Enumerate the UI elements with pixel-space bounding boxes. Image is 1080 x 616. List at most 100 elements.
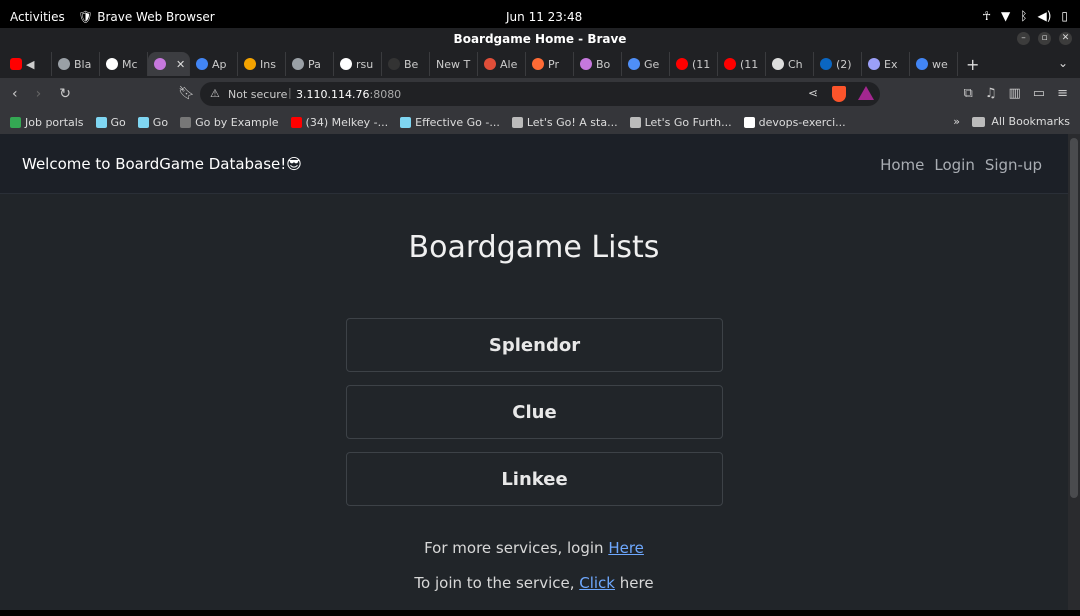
page-scrollbar[interactable]	[1068, 134, 1080, 610]
forward-icon[interactable]: ›	[36, 86, 42, 102]
bookmark-item[interactable]: Go by Example	[180, 116, 279, 129]
site-brand[interactable]: Welcome to BoardGame Database!😎	[22, 155, 302, 173]
bookmark-item[interactable]: Let's Go! A sta...	[511, 116, 618, 129]
tab-muted-youtube[interactable]: ◀	[4, 52, 52, 76]
address-bar[interactable]: ⚠ Not secure | 3.110.114.76:8080 ⋖	[200, 82, 880, 106]
tab-14[interactable]: (11	[718, 52, 766, 76]
brave-lion-icon: 🛡	[78, 10, 94, 24]
bookmark-page-icon[interactable]: 🔖︎	[178, 86, 195, 101]
tab-close-icon[interactable]: ✕	[176, 58, 185, 71]
tab-label: Bo	[596, 57, 611, 71]
scrollbar-thumb[interactable]	[1070, 138, 1078, 498]
tab-18[interactable]: we	[910, 52, 958, 76]
nav-signup-link[interactable]: Sign-up	[985, 156, 1042, 174]
page-icon	[532, 58, 544, 70]
globe-icon	[58, 58, 70, 70]
signup-prompt-text: To join to the service,	[414, 574, 580, 592]
google-icon	[196, 58, 208, 70]
tab-13[interactable]: (11	[670, 52, 718, 76]
tab-17[interactable]: Ex	[862, 52, 910, 76]
bookmark-item[interactable]: Let's Go Furth...	[629, 115, 732, 129]
app-menu[interactable]: 🛡 Brave Web Browser	[78, 10, 215, 24]
tab-7[interactable]: Be	[382, 52, 430, 76]
tab-label: Ge	[644, 57, 660, 71]
window-title-bar[interactable]: Boardgame Home - Brave – ▫ ✕	[0, 28, 1080, 50]
bookmark-favicon-icon	[629, 116, 641, 128]
bookmarks-bar: Job portals Go Go Go by Example (34) Melkey …	[0, 110, 1080, 134]
bookmark-item[interactable]: devops-exerci...	[743, 116, 846, 129]
mute-icon[interactable]: ◀	[26, 58, 34, 71]
game-card-linkee[interactable]: Linkee	[346, 452, 723, 506]
extensions-icon[interactable]: ⧉	[964, 86, 973, 101]
system-tray[interactable]: ☥ ▼ ᛒ ◀) ▯	[982, 9, 1068, 23]
brave-shields-icon[interactable]	[832, 86, 846, 102]
bookmark-item[interactable]: Go	[137, 116, 168, 129]
site-nav-links: Home Login Sign-up	[880, 156, 1042, 174]
login-here-link[interactable]: Here	[608, 539, 644, 557]
all-bookmarks-button[interactable]: All Bookmarks	[972, 115, 1070, 128]
url-text[interactable]: 3.110.114.76:8080	[296, 88, 401, 101]
chatgpt-icon	[772, 58, 784, 70]
bookmark-item[interactable]: Effective Go -...	[400, 116, 500, 129]
bookmark-favicon-icon	[137, 116, 149, 128]
nav-home-link[interactable]: Home	[880, 156, 924, 174]
web-page: Welcome to BoardGame Database!😎 Home Log…	[0, 134, 1068, 610]
accessibility-icon[interactable]: ☥	[982, 9, 991, 23]
link-icon	[292, 58, 304, 70]
bookmark-label: Let's Go Furth...	[644, 115, 732, 129]
tab-label: (11	[692, 57, 711, 71]
tab-1[interactable]: Mc	[100, 52, 148, 76]
activities-button[interactable]: Activities	[10, 10, 65, 24]
tab-label: (2)	[836, 57, 852, 71]
bluetooth-icon[interactable]: ᛒ	[1020, 9, 1027, 23]
wifi-icon[interactable]: ▼	[1001, 9, 1010, 23]
back-icon[interactable]: ‹	[12, 86, 18, 102]
menu-icon[interactable]: ≡	[1057, 86, 1068, 101]
tab-15[interactable]: Ch	[766, 52, 814, 76]
share-icon[interactable]: ⋖	[808, 86, 818, 100]
github-icon	[106, 58, 118, 70]
bookmark-item[interactable]: Job portals	[10, 116, 84, 129]
tab-6[interactable]: rsu	[334, 52, 382, 76]
game-card-splendor[interactable]: Splendor	[346, 318, 723, 372]
tab-label: Ex	[884, 57, 898, 71]
youtube-icon	[676, 58, 688, 70]
tab-label: (11	[740, 57, 759, 71]
security-label[interactable]: Not secure	[228, 88, 287, 101]
clock[interactable]: Jun 11 23:48	[506, 10, 582, 24]
tab-16[interactable]: (2)	[814, 52, 862, 76]
tab-8[interactable]: New T	[430, 52, 478, 76]
window-title: Boardgame Home - Brave	[453, 32, 627, 46]
volume-icon[interactable]: ◀)	[1037, 9, 1051, 23]
tab-10[interactable]: Pr	[526, 52, 574, 76]
tab-4[interactable]: Ins	[238, 52, 286, 76]
brave-rewards-icon[interactable]	[858, 86, 874, 100]
tab-strip: ◀ Bla Mc ✕ Ap Ins Pa rsu Be New T Ale Pr Bo Ge (11 (11…	[0, 50, 1080, 78]
tab-3[interactable]: Ap	[190, 52, 238, 76]
tab-0[interactable]: Bla	[52, 52, 100, 76]
signup-click-link[interactable]: Click	[579, 574, 615, 592]
reload-icon[interactable]: ↻	[59, 86, 71, 102]
bookmark-item[interactable]: (34) Melkey -...	[290, 116, 388, 129]
minimize-icon[interactable]: –	[1017, 32, 1030, 45]
tab-5[interactable]: Pa	[286, 52, 334, 76]
close-icon[interactable]: ✕	[1059, 32, 1072, 45]
new-tab-icon[interactable]: +	[966, 55, 979, 74]
tab-9[interactable]: Ale	[478, 52, 526, 76]
tab-11[interactable]: Bo	[574, 52, 622, 76]
battery-icon[interactable]: ▯	[1061, 9, 1068, 23]
bookmark-item[interactable]: Go	[95, 116, 126, 129]
bookmarks-overflow-button[interactable]: »	[953, 115, 960, 128]
game-card-clue[interactable]: Clue	[346, 385, 723, 439]
media-icon[interactable]: ♫	[985, 86, 997, 101]
tab-2[interactable]: ✕	[148, 52, 190, 76]
tab-list-chevron-icon[interactable]: ⌄	[1058, 56, 1068, 70]
warning-icon[interactable]: ⚠	[210, 87, 220, 100]
maximize-icon[interactable]: ▫	[1038, 32, 1051, 45]
nav-login-link[interactable]: Login	[934, 156, 974, 174]
linkedin-icon	[820, 58, 832, 70]
tab-12[interactable]: Ge	[622, 52, 670, 76]
sidebar-icon[interactable]: ▥	[1009, 86, 1021, 101]
wallet-icon[interactable]: ▭	[1033, 86, 1045, 101]
login-prompt-text: For more services, login	[424, 539, 609, 557]
